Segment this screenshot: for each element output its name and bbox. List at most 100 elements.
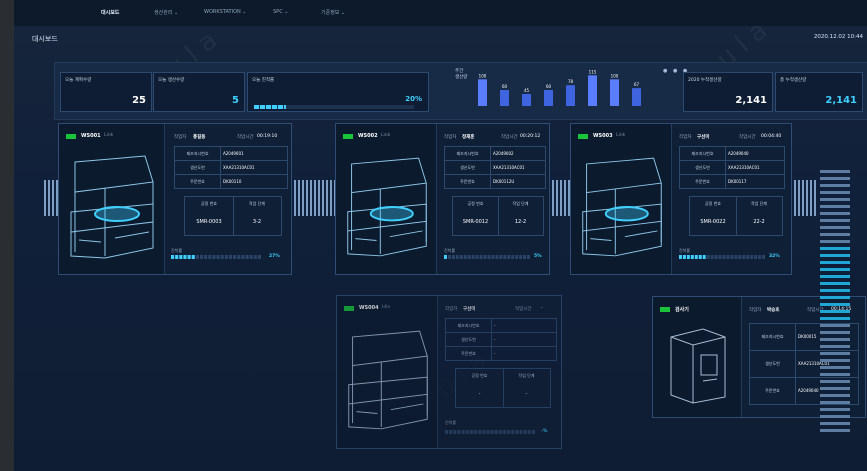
workstation-card-ws001[interactable]: WS001 Link 작업자 홍길동 작업시간 00:19:10 제조지시번호 A…: [58, 123, 292, 275]
status-indicator: [343, 134, 353, 139]
progress-segment: [208, 255, 212, 259]
progress-segment: [445, 430, 449, 434]
progress-segment: [455, 255, 459, 259]
workstation-id: WS003: [593, 133, 613, 139]
progress-segment: [762, 255, 765, 259]
workstation-visual: WS004 Idle: [337, 296, 438, 448]
kpi-label: 2020 누적생산량: [688, 78, 722, 83]
progress-segment: [245, 255, 249, 259]
progress-segment: [204, 255, 208, 259]
status-indicator: [66, 134, 76, 139]
kpi-label: 오늘 진척률: [252, 78, 275, 83]
info-row: 제조지시번호 A2049002: [445, 147, 545, 161]
progress-segment: [465, 430, 469, 434]
progress-percent: 32%: [769, 254, 780, 259]
progress-bar: [679, 255, 765, 259]
output-stack-bar: [820, 184, 850, 187]
output-stack-bar: [820, 205, 850, 208]
output-stack-bar: [820, 366, 850, 369]
progress-segment: [519, 430, 523, 434]
order-info-table: 제조지시번호 A2049002 생산도번 XAA21310AC01 주문번호 DK00…: [444, 146, 546, 189]
progress-segment: [453, 430, 457, 434]
info-row: 주문번호 DK00110: [175, 175, 287, 188]
progress-segment: [482, 430, 486, 434]
process-number: SMR-0003: [196, 219, 222, 225]
progress-segment: [746, 255, 750, 259]
weekly-bar: [610, 79, 619, 106]
nav-item-dashboard[interactable]: 대시보드: [101, 9, 119, 16]
weekly-bar: [566, 85, 575, 106]
progress-segment: [706, 255, 710, 259]
progress-segment: [507, 430, 511, 434]
process-number: -: [478, 391, 481, 397]
progress-segment: [191, 255, 195, 259]
info-row: 주문번호 DK00117: [680, 175, 784, 188]
kpi-achievement: 오늘 진척률 20%: [247, 72, 429, 112]
work-time-label: 작업시간: [237, 135, 254, 140]
output-stack-bar: [820, 331, 850, 334]
progress-segment: [750, 255, 754, 259]
nav-item-workstation[interactable]: WORKSTATION ⌄: [204, 9, 247, 15]
progress-segment: [237, 255, 241, 259]
progress-segment: [734, 255, 738, 259]
weekly-bar-label: 67: [634, 82, 640, 87]
kpi-value: 2,141: [735, 95, 767, 106]
worker-name: 박승호: [767, 308, 780, 313]
nav-item-master-data[interactable]: 기준정보 ⌄: [321, 9, 345, 16]
work-time: 00:20:12: [520, 134, 541, 139]
output-stack-bar: [820, 317, 850, 320]
workbench-icon: [582, 157, 662, 257]
workstation-id: WS004: [359, 305, 379, 311]
nav-item-spc[interactable]: SPC ⌄: [273, 9, 288, 15]
kpi-label: 오늘 생산수량: [158, 78, 185, 83]
output-stack-bar: [820, 408, 850, 411]
progress-segment: [527, 255, 530, 259]
output-stack-bar: [820, 282, 850, 285]
weekly-bar: [478, 79, 487, 106]
inspector-card[interactable]: 검사기 작업자 박승호 작업시간 00:14:15 제조지시번호DK00015 …: [652, 296, 866, 418]
progress-segment: [483, 255, 487, 259]
workstation-state: Link: [616, 133, 626, 138]
work-time: 00:19:10: [257, 134, 278, 139]
progress-label: 진척률: [171, 248, 183, 253]
progress-segment: [444, 255, 447, 259]
weekly-bar-label: 45: [524, 88, 530, 93]
process-step-table: 공정 번호 작업 단계 - -: [455, 368, 551, 408]
progress-segment: [475, 255, 479, 259]
output-stack-bar: [820, 219, 850, 222]
progress-segment: [718, 255, 722, 259]
worker-name: 구선미: [697, 135, 710, 140]
progress-segment: [195, 255, 199, 259]
output-stack-bar: [820, 303, 850, 306]
nav-item-production[interactable]: 생산관리 ⌄: [154, 9, 178, 16]
progress-segment: [183, 255, 187, 259]
progress-segment: [249, 255, 253, 259]
progress-segment: [682, 255, 686, 259]
workstation-card-ws003[interactable]: WS003 Link 작업자 구선미 작업시간 00:04:40 제조지시번호 A…: [570, 123, 792, 275]
progress-segment: [179, 255, 183, 259]
progress-segment: [175, 255, 179, 259]
weekly-bar: [544, 90, 553, 106]
output-stack-bar: [820, 415, 850, 418]
progress-segment: [473, 430, 478, 434]
progress-segment: [495, 255, 499, 259]
progress-segment: [523, 430, 527, 434]
output-stack-bar: [820, 310, 850, 313]
weekly-bar-label: 78: [568, 79, 574, 84]
kpi-panel: 오늘 계획수량 25 오늘 생산수량 5 오늘 진척률 20% 주간 생산량 1…: [54, 62, 867, 120]
workstation-card-ws004[interactable]: WS004 Idle 작업자 구선미 작업시간 - 제조지시번호 - 생산도번 - …: [336, 295, 562, 449]
status-indicator: [660, 307, 670, 312]
order-info-table: 제조지시번호 A2049001 생산도번 XAA21310AC01 주문번호 DK00…: [174, 146, 288, 189]
progress-segment: [447, 255, 451, 259]
progress-segment: [679, 255, 682, 259]
dashboard-screen: u l a u l a u l a 대시보드 생산관리 ⌄ WORKSTATIO…: [14, 0, 867, 471]
progress-segment: [478, 430, 482, 434]
progress-segment: [758, 255, 762, 259]
workstation-card-ws002[interactable]: WS002 Link 작업자 정재훈 작업시간 00:20:12 제조지시번호 A…: [335, 123, 550, 275]
inspector-visual: 검사기: [653, 297, 742, 417]
output-stack-bar: [820, 338, 850, 341]
workbench-icon: [347, 157, 427, 257]
progress-segment: [738, 255, 742, 259]
status-indicator: [578, 134, 588, 139]
achievement-progress-bar: [254, 105, 414, 109]
